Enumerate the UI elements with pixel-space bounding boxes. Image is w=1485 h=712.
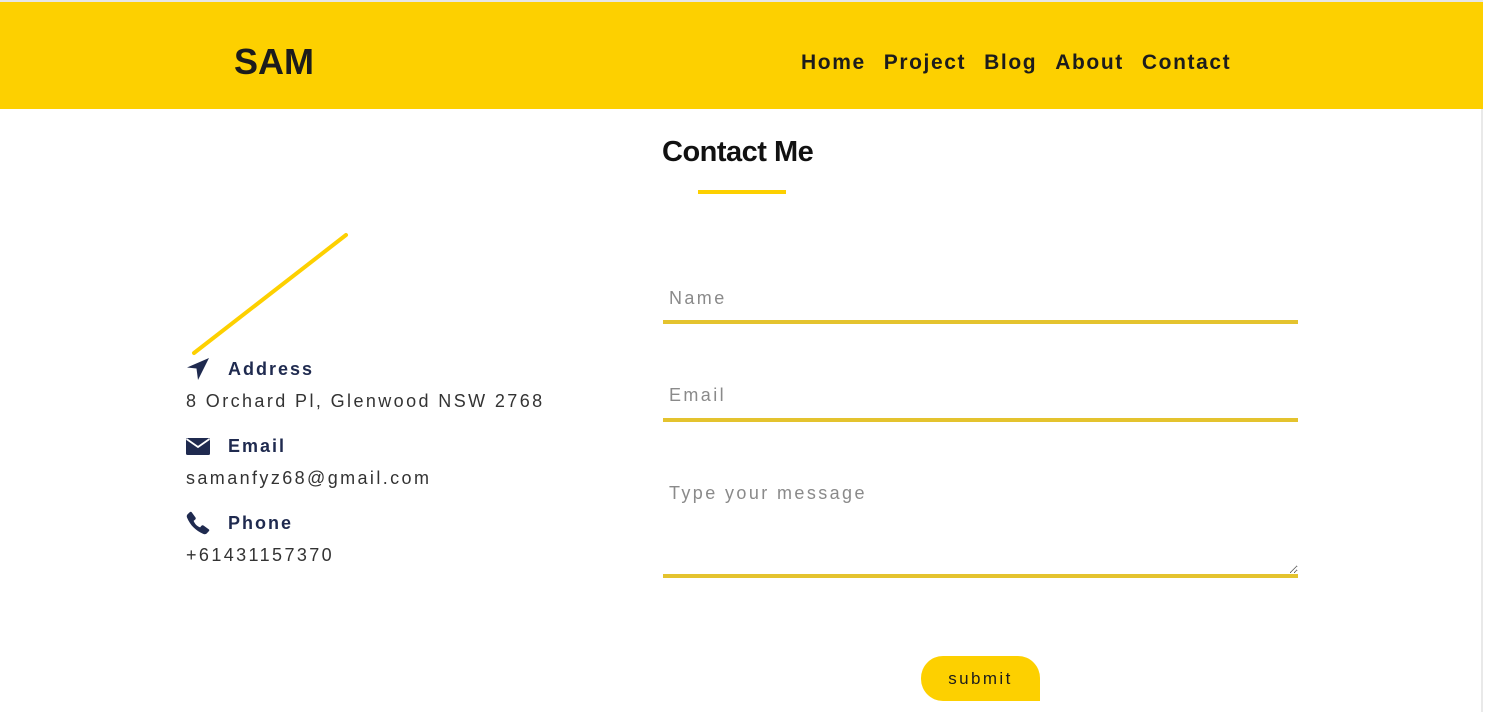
nav-link-blog[interactable]: Blog [984,50,1037,76]
envelope-icon [186,433,212,459]
email-label: Email [228,435,287,456]
nav-link-contact[interactable]: Contact [1142,50,1231,76]
brand-logo[interactable]: SAM [234,42,314,82]
nav-link-project[interactable]: Project [884,50,966,76]
address-info: Address 8 Orchard Pl, Glenwood NSW 2768 [186,356,545,412]
email-info: Email samanfyz68@gmail.com [186,433,431,489]
phone-label: Phone [228,512,294,533]
nav-link-home[interactable]: Home [801,50,866,76]
phone-icon [186,510,212,536]
submit-button[interactable]: submit [921,656,1040,701]
address-label: Address [228,358,315,379]
page-title: Contact Me [662,136,814,168]
message-textarea[interactable] [663,475,1298,578]
address-heading: Address [186,356,545,382]
phone-heading: Phone [186,510,334,536]
nav-link-about[interactable]: About [1055,50,1124,76]
phone-info: Phone +61431157370 [186,510,334,566]
decorative-line [192,233,348,355]
phone-value: +61431157370 [186,545,335,565]
navbar: SAM Home Project Blog About Contact [0,2,1483,109]
title-underline [698,190,786,194]
email-heading: Email [186,433,431,459]
name-input[interactable] [663,276,1298,324]
email-value: samanfyz68@gmail.com [186,468,432,488]
address-value: 8 Orchard Pl, Glenwood NSW 2768 [186,391,545,411]
email-input[interactable] [663,373,1298,422]
nav-links: Home Project Blog About Contact [801,50,1231,76]
location-arrow-icon [186,356,212,382]
